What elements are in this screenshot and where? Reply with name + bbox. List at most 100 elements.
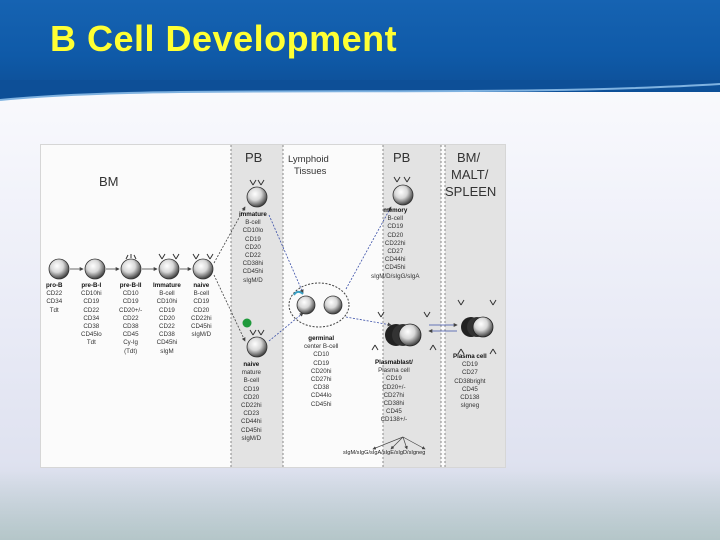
marker-label: CD19: [387, 223, 404, 231]
marker-label: CD23: [243, 410, 260, 418]
stage-naive-bm: naive B-cell CD19 CD20 CD22hi CD45hi sIgM/D: [191, 282, 212, 339]
marker-label: CD10hi: [81, 290, 102, 298]
column-end-2: MALT/: [451, 167, 489, 182]
marker-label: Plasma cell: [378, 367, 410, 375]
cell-immature-bm: [158, 258, 180, 280]
marker-label: sIgM/D: [191, 331, 212, 339]
marker-label: sIgM/D: [243, 276, 263, 284]
stage-pre-b2: pre-B-II CD10 CD19 CD20+/- CD22 CD38 CD45 Cy-Ig…: [119, 282, 142, 356]
marker-label: mature: [241, 369, 261, 377]
marker-label: CD38hi: [242, 260, 264, 268]
cell-naive-bm: [192, 258, 214, 280]
marker-label: CD45hi: [191, 323, 212, 331]
marker-label: CD27hi: [383, 391, 405, 399]
column-lymphoid-1: Lymphoid: [288, 154, 329, 165]
marker-label: CD22hi: [241, 402, 262, 410]
stage-name: memory: [383, 207, 408, 214]
marker-label: CD45: [461, 385, 478, 393]
marker-label: CD20+/-: [382, 383, 406, 391]
marker-label: CD45hi: [156, 339, 178, 347]
marker-label: CD44hi: [384, 256, 406, 264]
slide-title: B Cell Development: [50, 18, 398, 59]
marker-label: CD22: [122, 314, 139, 322]
column-lymphoid-2: Tissues: [294, 166, 327, 177]
stage-name: naive: [193, 282, 210, 289]
marker-label: CD138: [460, 394, 480, 402]
marker-label: CD38bright: [454, 377, 486, 385]
marker-label: Tdt: [86, 339, 96, 347]
cell-pre-b2: [120, 258, 142, 280]
marker-label: CD45: [122, 331, 139, 339]
marker-label: sIgM/D: [241, 434, 262, 442]
marker-label: CD45hi: [241, 426, 262, 434]
stage-germinal-center: germinal center B-cell CD10 CD19 CD20hi CD27h…: [304, 335, 338, 409]
marker-label: CD45hi: [310, 400, 332, 408]
marker-label: CD27hi: [310, 376, 332, 384]
marker-label: CD10hi: [156, 298, 178, 306]
stage-naive-pb: naive mature B-cell CD19 CD20 CD22hi CD23 CD44h…: [241, 361, 262, 443]
marker-label: CD19: [122, 298, 139, 306]
marker-label: CD19: [386, 375, 402, 383]
marker-label: CD19: [83, 298, 100, 306]
marker-label: CD10lo: [242, 227, 264, 235]
marker-label: CD19: [461, 361, 478, 369]
stage-immature-pb: immature B-cell CD10lo CD19 CD20 CD22 CD38hi CD…: [239, 211, 267, 285]
marker-label: CD20+/-: [119, 306, 143, 314]
stage-name: immature: [239, 211, 267, 218]
marker-label: CD22hi: [191, 314, 212, 322]
diagram-graphics: [48, 145, 505, 467]
stage-plasma: Plasma cell CD19 CD27 CD38bright CD45 CD138 sI…: [453, 353, 487, 410]
marker-label: CD45hi: [384, 264, 406, 272]
marker-label: CD10: [122, 290, 139, 298]
marker-label: B-cell: [245, 219, 261, 227]
marker-label: CD22: [159, 323, 175, 331]
marker-label: CD38: [83, 323, 100, 331]
marker-label: CD22: [83, 306, 100, 314]
stage-name: Immature: [153, 282, 181, 289]
header-wave: [0, 80, 720, 101]
marker-label: Cy-Ig: [123, 339, 138, 347]
marker-label: B-cell: [387, 215, 403, 223]
stage-memory: memory B-cell CD19 CD20 CD22hi CD27 CD44hi CD45…: [371, 207, 419, 281]
stage-name: pre-B-II: [119, 282, 142, 289]
marker-label: (Tdt): [124, 347, 138, 355]
stage-name: Plasma cell: [453, 353, 487, 360]
stage-name: pre-B-I: [81, 282, 102, 289]
receptor-icons: [125, 253, 214, 260]
marker-label: CD10: [313, 351, 330, 359]
marker-label: CD45: [386, 408, 402, 416]
marker-label: CD19: [313, 359, 330, 367]
marker-label: B-cell: [159, 290, 175, 298]
column-pb2: PB: [393, 150, 411, 165]
marker-label: CD20: [387, 231, 404, 239]
marker-label: CD27: [461, 369, 478, 377]
germinal-center: [288, 282, 350, 328]
marker-label: sIgM/D/sIgG/sIgA: [371, 272, 420, 280]
b-cell-development-diagram: BM PB Lymphoid Tissues PB BM/ MALT/ SPLE…: [40, 144, 506, 468]
marker-label: CD22: [245, 252, 261, 260]
marker-label: CD19: [243, 385, 260, 393]
marker-label: CD44hi: [241, 418, 262, 426]
stage-name: pro-B: [46, 282, 63, 289]
marker-label: CD27: [387, 248, 404, 256]
marker-label: CD38hi: [383, 400, 405, 408]
marker-label: CD138+/-: [380, 416, 408, 424]
marker-label: B-cell: [193, 290, 210, 298]
marker-label: CD19: [245, 235, 261, 243]
marker-label: CD22hi: [384, 239, 406, 247]
marker-label: CD34: [83, 314, 100, 322]
marker-label: CD20: [245, 243, 261, 251]
marker-label: CD45hi: [242, 268, 264, 276]
stage-pro-b: pro-B CD22 CD34 Tdt: [46, 282, 63, 315]
stage-plasmablast: Plasmablast/Plasma cell CD19 CD20+/- CD27hi…: [375, 359, 413, 425]
marker-label: CD19: [159, 306, 175, 314]
marker-label: CD38: [122, 323, 139, 331]
marker-label: CD22: [46, 290, 63, 298]
marker-label: CD44lo: [310, 392, 332, 400]
marker-label: center B-cell: [304, 343, 339, 351]
column-pb1: PB: [245, 150, 263, 165]
column-end-1: BM/: [457, 150, 481, 165]
stage-pre-b1: pre-B-I CD10hi CD19 CD22 CD34 CD38 CD45lo Tdt: [81, 282, 102, 348]
cell-pre-b1: [84, 258, 106, 280]
marker-label: CD45lo: [81, 331, 102, 339]
